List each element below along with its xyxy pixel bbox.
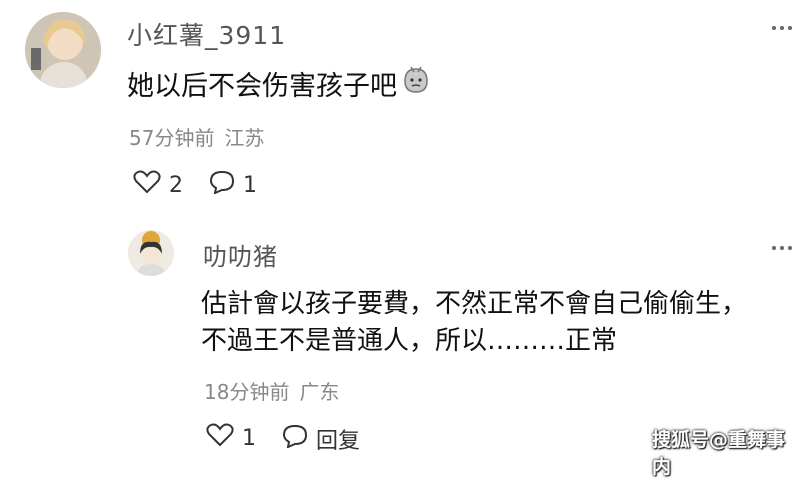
emoji-icon [401, 65, 431, 102]
reply-like-button[interactable]: 1 [206, 423, 256, 453]
comment-text: 她以后不会伤害孩子吧 [127, 71, 397, 102]
heart-icon [206, 423, 234, 453]
comment-bubble-icon [209, 170, 235, 200]
reply-meta: 18分钟前 广东 [204, 376, 339, 405]
like-count: 2 [169, 172, 183, 198]
reply-count: 1 [243, 172, 257, 198]
reply-like-count: 1 [242, 425, 256, 451]
reply-text-line2: 不過王不是普通人，所以………正常 [201, 326, 618, 356]
reply-location: 广东 [299, 380, 340, 404]
heart-icon [133, 170, 161, 200]
reply-avatar[interactable] [128, 230, 174, 276]
reply-username[interactable]: 叻叻猪 [203, 237, 278, 272]
comment-location: 江苏 [224, 126, 265, 150]
comment-bubble-icon [282, 424, 308, 454]
watermark: 搜狐号@重舞事内 [652, 429, 786, 478]
reply-time: 18分钟前 [204, 380, 290, 404]
comment-username[interactable]: 小红薯_3911 [127, 16, 286, 52]
reply-avatar-image [128, 230, 174, 276]
reply-count-button[interactable]: 1 [209, 170, 257, 200]
avatar[interactable] [25, 12, 101, 88]
avatar-image [25, 12, 101, 88]
comment-time: 57分钟前 [129, 126, 215, 150]
reply-label: 回复 [316, 429, 361, 454]
reply-button[interactable]: 回复 [282, 423, 360, 455]
like-button[interactable]: 2 [133, 170, 183, 200]
more-icon[interactable] [770, 18, 794, 44]
comment-text-row: 她以后不会伤害孩子吧 [127, 64, 431, 103]
comment-meta: 57分钟前 江苏 [129, 122, 264, 151]
reply-text-line1: 估計會以孩子要費，不然正常不會自己偷偷生， [201, 289, 748, 319]
reply-more-icon[interactable] [770, 238, 794, 264]
